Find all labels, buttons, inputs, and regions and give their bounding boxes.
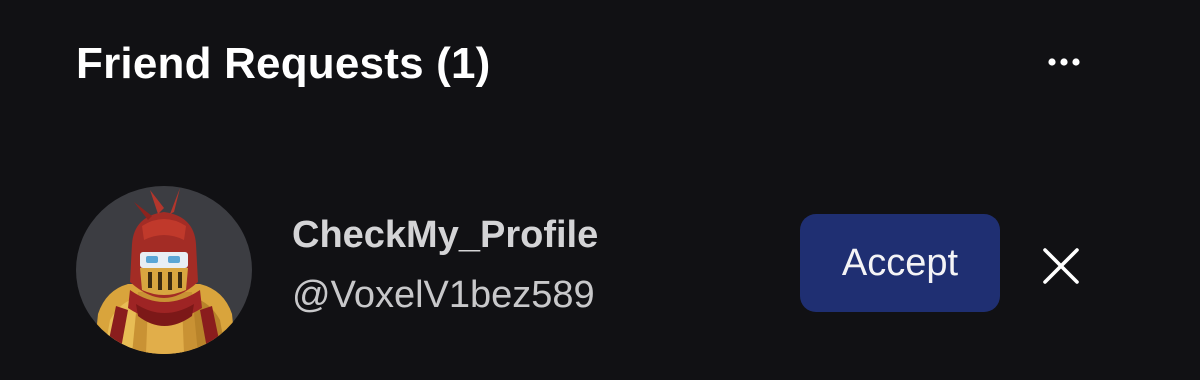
more-options-button[interactable] xyxy=(1036,44,1092,80)
page-title: Friend Requests (1) xyxy=(76,39,491,88)
more-horizontal-icon xyxy=(1048,58,1080,66)
close-icon xyxy=(1043,248,1079,284)
friend-requests-panel: Friend Requests (1) CheckMy_Profile @Vox… xyxy=(0,0,1200,380)
decline-button[interactable] xyxy=(1036,241,1086,291)
accept-button[interactable]: Accept xyxy=(800,214,1000,312)
request-display-name[interactable]: CheckMy_Profile xyxy=(292,212,598,258)
avatar[interactable] xyxy=(76,186,252,354)
friend-request-row: CheckMy_Profile @VoxelV1bez589 Accept xyxy=(76,186,1136,354)
request-username: @VoxelV1bez589 xyxy=(292,274,595,316)
armored-knight-avatar xyxy=(94,188,236,354)
